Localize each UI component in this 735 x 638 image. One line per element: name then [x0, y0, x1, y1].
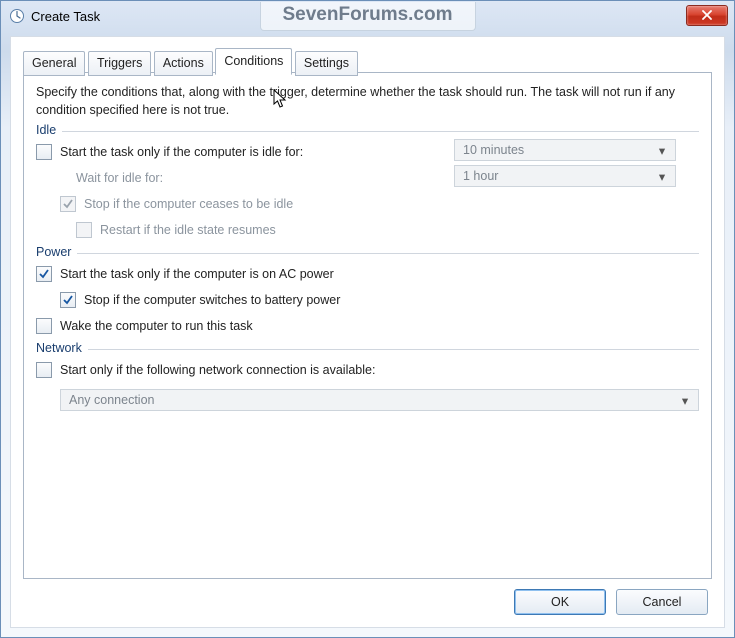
label-idle-start: Start the task only if the computer is i… [60, 145, 303, 159]
conditions-panel: Specify the conditions that, along with … [23, 72, 712, 579]
combo-network-connection[interactable]: Any connection ▾ [60, 389, 699, 411]
watermark: SevenForums.com [260, 2, 476, 31]
tab-conditions[interactable]: Conditions [215, 48, 292, 75]
checkbox-restart-idle [76, 222, 92, 238]
label-ac-power: Start the task only if the computer is o… [60, 267, 334, 281]
row-restart-idle: Restart if the idle state resumes [76, 217, 699, 243]
row-wake: Wake the computer to run this task [36, 313, 699, 339]
chevron-down-icon: ▾ [653, 169, 671, 184]
idle-combo-column: 10 minutes ▾ 1 hour ▾ [454, 139, 676, 187]
label-stop-cease-idle: Stop if the computer ceases to be idle [84, 197, 293, 211]
cancel-label: Cancel [643, 595, 682, 609]
row-stop-cease-idle: Stop if the computer ceases to be idle [60, 191, 699, 217]
titlebar: Create Task SevenForums.com [1, 1, 734, 31]
task-scheduler-icon [9, 8, 25, 24]
combo-wait-duration-value: 1 hour [463, 169, 498, 183]
tab-triggers[interactable]: Triggers [88, 51, 151, 76]
label-network-start: Start only if the following network conn… [60, 363, 375, 377]
close-button[interactable] [686, 5, 728, 26]
label-stop-battery: Stop if the computer switches to battery… [84, 293, 340, 307]
conditions-description: Specify the conditions that, along with … [36, 83, 699, 119]
label-wake: Wake the computer to run this task [60, 319, 253, 333]
chevron-down-icon: ▾ [653, 143, 671, 158]
close-icon [702, 9, 712, 23]
tab-settings[interactable]: Settings [295, 51, 358, 76]
checkbox-wake[interactable] [36, 318, 52, 334]
combo-wait-duration[interactable]: 1 hour ▾ [454, 165, 676, 187]
cancel-button[interactable]: Cancel [616, 589, 708, 615]
window-title: Create Task [31, 9, 100, 24]
label-wait-idle: Wait for idle for: [76, 171, 163, 185]
dialog-buttons: OK Cancel [514, 589, 708, 615]
row-network-start: Start only if the following network conn… [36, 357, 699, 383]
content-area: General Triggers Actions Conditions Sett… [10, 36, 725, 628]
checkbox-network-start[interactable] [36, 362, 52, 378]
separator [62, 131, 699, 132]
row-ac-power: Start the task only if the computer is o… [36, 261, 699, 287]
group-header-power: Power [36, 245, 699, 259]
net-combo-wrap: Any connection ▾ [60, 389, 699, 411]
checkbox-ac-power[interactable] [36, 266, 52, 282]
checkbox-stop-cease-idle [60, 196, 76, 212]
tab-strip: General Triggers Actions Conditions Sett… [23, 47, 712, 73]
combo-network-value: Any connection [69, 393, 154, 407]
tab-general[interactable]: General [23, 51, 85, 76]
group-label-idle: Idle [36, 123, 56, 137]
dialog-window: Create Task SevenForums.com General Trig… [0, 0, 735, 638]
combo-idle-duration[interactable]: 10 minutes ▾ [454, 139, 676, 161]
chevron-down-icon: ▾ [676, 393, 694, 408]
checkbox-stop-battery[interactable] [60, 292, 76, 308]
group-header-idle: Idle [36, 123, 699, 137]
ok-label: OK [551, 595, 569, 609]
ok-button[interactable]: OK [514, 589, 606, 615]
separator [77, 253, 699, 254]
checkbox-idle-start[interactable] [36, 144, 52, 160]
group-header-network: Network [36, 341, 699, 355]
row-stop-battery: Stop if the computer switches to battery… [60, 287, 699, 313]
separator [88, 349, 699, 350]
group-label-network: Network [36, 341, 82, 355]
combo-idle-duration-value: 10 minutes [463, 143, 524, 157]
tab-actions[interactable]: Actions [154, 51, 213, 76]
label-restart-idle: Restart if the idle state resumes [100, 223, 276, 237]
group-label-power: Power [36, 245, 71, 259]
